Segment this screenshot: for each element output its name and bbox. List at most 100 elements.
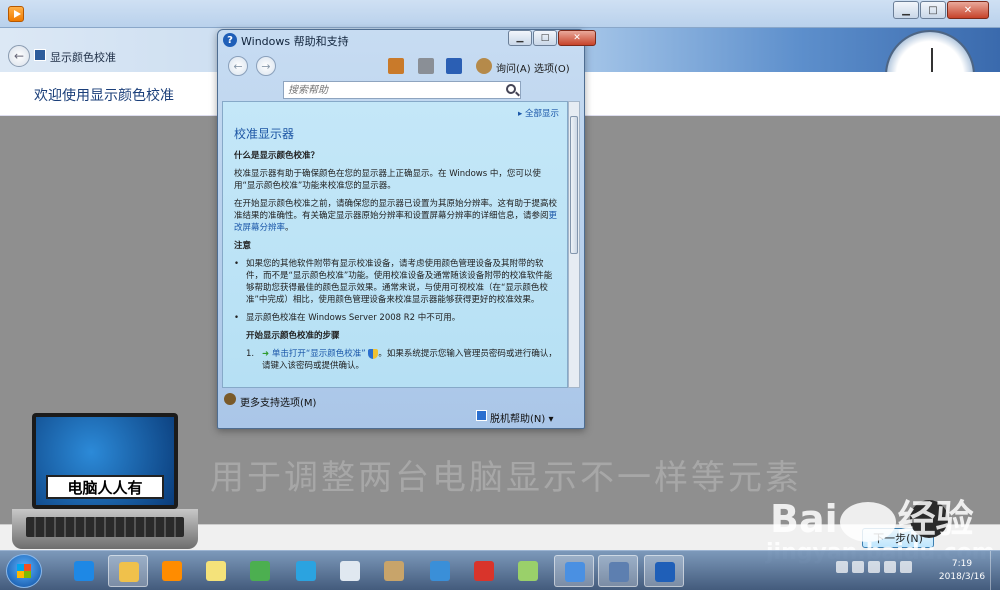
help-toolbar: ← → 询问(A) 选项(O)	[222, 51, 580, 83]
maximize-button[interactable]: □	[920, 1, 946, 19]
laptop-screen: 电脑人人有	[32, 413, 178, 509]
steps-heading: 开始显示颜色校准的步骤	[246, 331, 340, 341]
taskbar: 7:19 2018/3/16	[0, 550, 1000, 590]
help-window-title: Windows 帮助和支持	[241, 35, 349, 48]
laptop-label: 电脑人人有	[46, 475, 164, 499]
back-button[interactable]: ←	[8, 45, 30, 67]
step-number: 1.	[246, 349, 255, 359]
taskbar-app-button[interactable]	[554, 555, 594, 587]
step-text: ➜ 单击打开“显示颜色校准” 。如果系统提示您输入管理员密码或进行确认，请键入该…	[262, 348, 559, 372]
taskbar-clock[interactable]: 7:19 2018/3/16	[934, 558, 990, 584]
show-desktop-button[interactable]	[990, 551, 1000, 590]
system-tray	[836, 561, 912, 573]
help-question-icon: ?	[223, 33, 237, 47]
chess-icon	[474, 561, 494, 581]
tray-arrow-icon[interactable]	[836, 561, 848, 573]
taskbar-app-button[interactable]	[374, 555, 414, 587]
taskbar-app-button[interactable]	[240, 555, 280, 587]
player-app-icon	[8, 6, 24, 22]
taskbar-app-button[interactable]	[464, 555, 504, 587]
print-icon[interactable]	[418, 58, 434, 74]
help-titlebar: ? Windows 帮助和支持 ▁ □ ✕	[218, 30, 596, 50]
note-item: • 如果您的其他软件附带有显示校准设备，请考虑使用颜色管理设备及其附带的软件，而…	[234, 258, 559, 306]
taskbar-time: 7:19	[951, 559, 973, 569]
paragraph-resolution-end: 。	[285, 223, 294, 233]
baidu-jingyan-logo: Bai 经验	[770, 488, 974, 543]
help-icon	[655, 562, 675, 582]
monitor-icon	[430, 561, 450, 581]
support-people-icon[interactable]	[224, 393, 236, 405]
calibration-icon	[34, 49, 46, 61]
green-arrow-icon: ➜	[262, 349, 270, 359]
note-item-text: 显示颜色校准在 Windows Server 2008 R2 中不可用。	[246, 313, 461, 323]
paragraph-resolution-text: 在开始显示颜色校准之前，请确保您的显示器已设置为其原始分辨率。这有助于提高校准结…	[234, 199, 558, 221]
calibration-window-title: 显示颜色校准	[50, 51, 116, 64]
offline-help-icon[interactable]	[476, 410, 487, 421]
note-item-text: 如果您的其他软件附带有显示校准设备，请考虑使用颜色管理设备及其附带的软件，而不是…	[246, 259, 553, 305]
media-player-icon	[162, 561, 182, 581]
taskbar-app-button[interactable]	[152, 555, 192, 587]
help-maximize-button[interactable]: □	[533, 30, 557, 46]
close-button[interactable]: ✕	[947, 1, 989, 19]
uac-shield-icon	[368, 348, 379, 359]
paint-icon	[384, 561, 404, 581]
offline-help-menu[interactable]: 脱机帮助(N) ▾	[490, 410, 553, 425]
open-calibration-link[interactable]: 单击打开“显示颜色校准”	[272, 349, 366, 359]
step-item: 1. ➜ 单击打开“显示颜色校准” 。如果系统提示您输入管理员密码或进行确认，请…	[246, 348, 559, 372]
section-question: 什么是显示颜色校准？	[234, 151, 320, 161]
laptop-display: 电脑人人有	[36, 417, 174, 505]
tray-volume-icon[interactable]	[884, 561, 896, 573]
note-heading: 注意	[234, 241, 252, 251]
taskbar-app-button[interactable]	[508, 555, 548, 587]
explorer-icon	[119, 562, 139, 582]
scrollbar-thumb[interactable]	[570, 116, 578, 254]
help-status-bar: 更多支持选项(M) 脱机帮助(N) ▾	[222, 390, 580, 426]
recycle-icon	[518, 561, 538, 581]
tray-flag-icon[interactable]	[852, 561, 864, 573]
taskbar-app-button[interactable]	[108, 555, 148, 587]
ask-icon[interactable]	[476, 58, 492, 74]
taskbar-app-button[interactable]	[286, 555, 326, 587]
search-icon[interactable]	[506, 84, 516, 94]
search-input[interactable]	[284, 82, 494, 98]
taskbar-app-button[interactable]	[420, 555, 460, 587]
help-window-controls: ▁ □ ✕	[508, 30, 596, 46]
help-minimize-button[interactable]: ▁	[508, 30, 532, 46]
back-arrow-icon[interactable]: ←	[228, 56, 248, 76]
taskbar-app-button[interactable]	[196, 555, 236, 587]
bullet-icon: •	[234, 259, 240, 269]
options-menu[interactable]: 选项(O)	[534, 60, 570, 75]
document-icon	[340, 561, 360, 581]
tray-network-icon[interactable]	[868, 561, 880, 573]
baidu-logo-left: Bai	[770, 497, 838, 541]
show-all-label[interactable]: 全部显示	[525, 109, 559, 119]
paragraph-resolution: 在开始显示颜色校准之前，请确保您的显示器已设置为其原始分辨率。这有助于提高校准结…	[234, 198, 559, 234]
baidu-paw-icon	[839, 501, 896, 542]
taskbar-date: 2018/3/16	[938, 572, 986, 582]
search-app-icon	[296, 561, 316, 581]
browse-help-icon[interactable]	[446, 58, 462, 74]
start-button[interactable]	[6, 554, 42, 588]
taskbar-app-button[interactable]	[64, 555, 104, 587]
help-close-button[interactable]: ✕	[558, 30, 596, 46]
ask-menu[interactable]: 询问(A)	[496, 60, 531, 75]
tray-keyboard-icon[interactable]	[900, 561, 912, 573]
home-icon[interactable]	[388, 58, 404, 74]
taskbar-app-button[interactable]	[644, 555, 684, 587]
more-support-options[interactable]: 更多支持选项(M)	[240, 394, 316, 409]
network-icon	[565, 562, 585, 582]
laptop-logo: 电脑人人有	[12, 413, 198, 553]
forward-arrow-icon[interactable]: →	[256, 56, 276, 76]
ie-icon	[74, 561, 94, 581]
calibration-welcome-heading: 欢迎使用显示颜色校准	[34, 88, 174, 104]
help-scrollbar[interactable]	[568, 101, 580, 388]
player-titlebar: ▁ □ ✕	[0, 0, 1000, 28]
help-article: ▸ 全部显示 校准显示器 什么是显示颜色校准？ 校准显示器有助于确保颜色在您的显…	[222, 101, 568, 388]
help-search-box[interactable]	[283, 81, 521, 99]
help-window: ? Windows 帮助和支持 ▁ □ ✕ ← → 询问(A) 选项(O) ▸ …	[217, 29, 596, 429]
minimize-button[interactable]: ▁	[893, 1, 919, 19]
show-all-link[interactable]: ▸ 全部显示	[234, 108, 559, 120]
taskbar-app-button[interactable]	[330, 555, 370, 587]
watermark-caption: 用于调整两台电脑显示不一样等元素	[210, 458, 802, 498]
taskbar-app-button[interactable]	[598, 555, 638, 587]
